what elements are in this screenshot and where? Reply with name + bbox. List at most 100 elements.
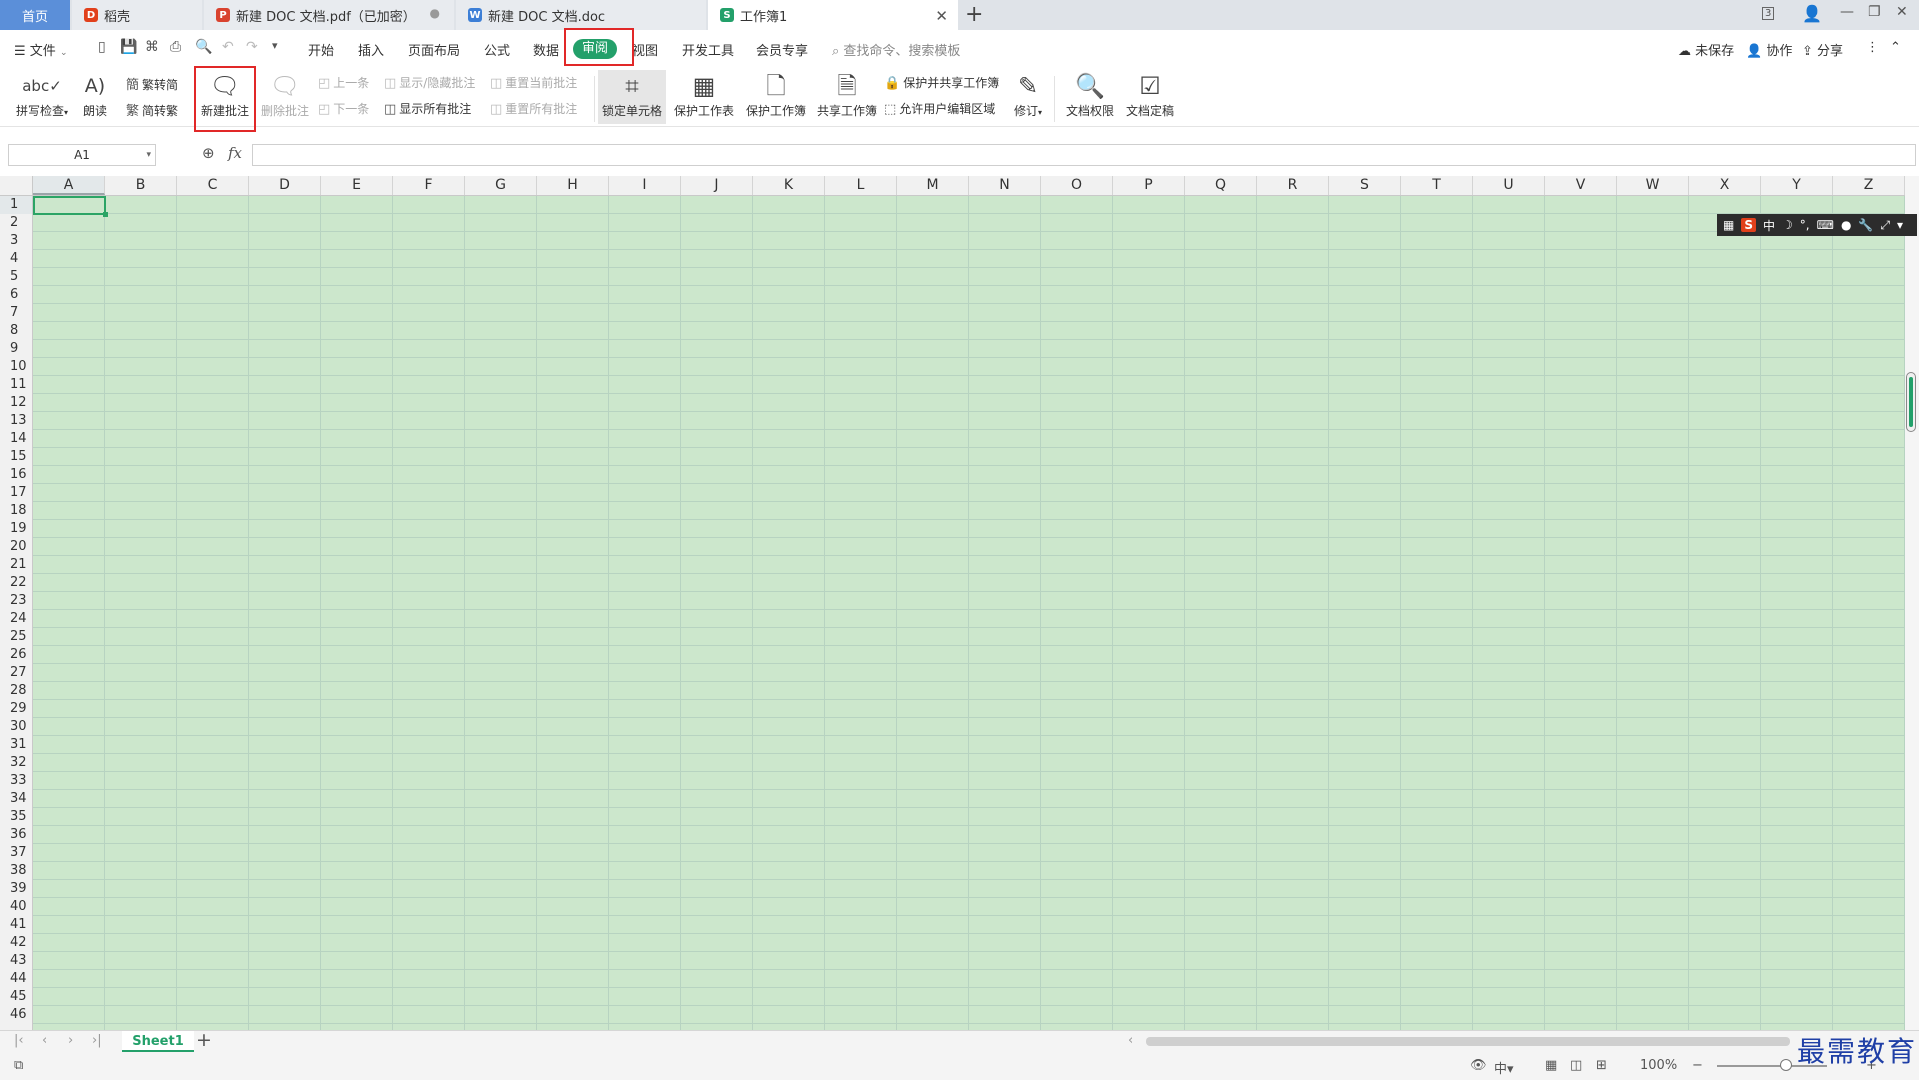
column-header[interactable]: O (1041, 176, 1113, 195)
allow-edit-ranges-button[interactable]: ⬚ 允许用户编辑区域 (884, 100, 995, 117)
row-header[interactable]: 39 (0, 880, 32, 898)
row-header[interactable]: 4 (0, 250, 32, 268)
row-header[interactable]: 3 (0, 232, 32, 250)
column-header[interactable]: Q (1185, 176, 1257, 195)
row-header[interactable]: 20 (0, 538, 32, 556)
share-workbook-button[interactable]: 🗎 共享工作簿 (815, 70, 879, 119)
row-header[interactable]: 44 (0, 970, 32, 988)
macro-record-icon[interactable]: ⧉ (14, 1058, 23, 1073)
input-mode-icon[interactable]: 中▾ (1494, 1058, 1514, 1077)
horizontal-scroll-thumb[interactable] (1146, 1037, 1790, 1046)
track-changes-button[interactable]: ✎ 修订▾ (1008, 70, 1048, 119)
moon-icon[interactable]: ☽ (1782, 218, 1793, 232)
row-header[interactable]: 42 (0, 934, 32, 952)
row-header[interactable]: 15 (0, 448, 32, 466)
row-header[interactable]: 25 (0, 628, 32, 646)
row-header[interactable]: 31 (0, 736, 32, 754)
column-header[interactable]: P (1113, 176, 1185, 195)
menu-page-layout[interactable]: 页面布局 (408, 40, 460, 59)
row-header[interactable]: 37 (0, 844, 32, 862)
tab-pdf-close-dot[interactable]: ● (430, 6, 440, 20)
row-header[interactable]: 1 (0, 196, 32, 214)
eye-protect-icon[interactable]: 👁 (1470, 1058, 1487, 1073)
unsaved-status[interactable]: ☁ 未保存 (1678, 40, 1734, 59)
column-header[interactable]: D (249, 176, 321, 195)
column-header[interactable]: J (681, 176, 753, 195)
column-header[interactable]: X (1689, 176, 1761, 195)
first-sheet-icon[interactable]: |‹ (14, 1033, 24, 1048)
column-header[interactable]: L (825, 176, 897, 195)
format-painter-icon[interactable]: ⌘ (145, 39, 159, 55)
column-header[interactable]: A (33, 176, 105, 195)
row-header[interactable]: 43 (0, 952, 32, 970)
new-file-icon[interactable]: ▯ (98, 39, 106, 55)
row-header[interactable]: 33 (0, 772, 32, 790)
column-header[interactable]: C (177, 176, 249, 195)
zoom-formula-icon[interactable]: ⊕ (202, 144, 215, 162)
cell-grid[interactable] (33, 196, 1905, 1030)
menu-insert[interactable]: 插入 (358, 40, 384, 59)
row-header[interactable]: 36 (0, 826, 32, 844)
row-header[interactable]: 5 (0, 268, 32, 286)
hscroll-left-icon[interactable]: ‹ (1128, 1033, 1133, 1048)
column-header[interactable]: V (1545, 176, 1617, 195)
read-aloud-button[interactable]: A) 朗读 (78, 70, 112, 119)
row-header[interactable]: 18 (0, 502, 32, 520)
row-header[interactable]: 40 (0, 898, 32, 916)
ime-lang[interactable]: 中 (1763, 217, 1775, 234)
row-header[interactable]: 27 (0, 664, 32, 682)
trad-to-simp-button[interactable]: 簡繁转简 (126, 74, 178, 93)
protect-and-share-button[interactable]: 🔒 保护并共享工作簿 (884, 74, 999, 91)
ime-user-icon[interactable]: ● (1841, 218, 1851, 232)
prev-sheet-icon[interactable]: ‹ (42, 1033, 47, 1048)
restore-icon[interactable]: ❐ (1868, 4, 1881, 20)
vertical-scrollbar[interactable] (1905, 176, 1919, 1030)
column-header[interactable]: F (393, 176, 465, 195)
row-header[interactable]: 41 (0, 916, 32, 934)
expand-icon[interactable]: ⤢ (1880, 218, 1890, 233)
menu-data[interactable]: 数据 (533, 40, 559, 59)
column-header[interactable]: Y (1761, 176, 1833, 195)
column-header[interactable]: T (1401, 176, 1473, 195)
column-header[interactable]: R (1257, 176, 1329, 195)
menu-dev-tools[interactable]: 开发工具 (682, 40, 734, 59)
function-icon[interactable]: fx (228, 144, 242, 162)
select-all-corner[interactable] (0, 176, 33, 196)
row-header[interactable]: 7 (0, 304, 32, 322)
row-header[interactable]: 10 (0, 358, 32, 376)
show-all-comments-button[interactable]: ◫ 显示所有批注 (384, 100, 471, 117)
tab-workbook-active[interactable]: S 工作簿1 ✕ (708, 0, 958, 30)
window-count-badge[interactable]: 3 (1762, 7, 1775, 20)
zoom-level[interactable]: 100% (1640, 1058, 1677, 1073)
tab-docer[interactable]: D 稻壳 (72, 0, 202, 30)
normal-view-icon[interactable]: ▦ (1545, 1058, 1557, 1073)
column-header[interactable]: N (969, 176, 1041, 195)
punctuation-icon[interactable]: °, (1800, 218, 1810, 232)
row-header[interactable]: 45 (0, 988, 32, 1006)
close-tab-icon[interactable]: ✕ (935, 7, 948, 25)
wrench-icon[interactable]: 🔧 (1858, 218, 1873, 232)
row-header[interactable]: 24 (0, 610, 32, 628)
more-icon[interactable]: ⋮ (1866, 40, 1879, 55)
menu-formula[interactable]: 公式 (484, 40, 510, 59)
name-box-dropdown-icon[interactable]: ▾ (146, 145, 151, 165)
column-header[interactable]: K (753, 176, 825, 195)
row-header[interactable]: 32 (0, 754, 32, 772)
row-header[interactable]: 17 (0, 484, 32, 502)
next-sheet-icon[interactable]: › (68, 1033, 73, 1048)
spell-check-button[interactable]: abc✓ 拼写检查▾ (12, 70, 72, 119)
ime-menu-icon[interactable]: ▾ (1897, 218, 1903, 232)
row-header[interactable]: 14 (0, 430, 32, 448)
save-icon[interactable]: 💾 (120, 39, 137, 55)
lock-cell-button[interactable]: ⌗ 锁定单元格 (600, 70, 664, 119)
add-sheet-button[interactable]: + (196, 1029, 212, 1051)
row-header[interactable]: 29 (0, 700, 32, 718)
row-header[interactable]: 13 (0, 412, 32, 430)
command-search[interactable]: ⌕ 查找命令、搜索模板 (832, 40, 960, 59)
print-preview-icon[interactable]: 🔍 (195, 39, 212, 55)
row-header[interactable]: 38 (0, 862, 32, 880)
last-sheet-icon[interactable]: ›| (92, 1033, 102, 1048)
row-header[interactable]: 35 (0, 808, 32, 826)
next-comment-button[interactable]: ◰ 下一条 (318, 100, 369, 117)
menu-file[interactable]: ☰ 文件 ⌄ (14, 40, 68, 59)
